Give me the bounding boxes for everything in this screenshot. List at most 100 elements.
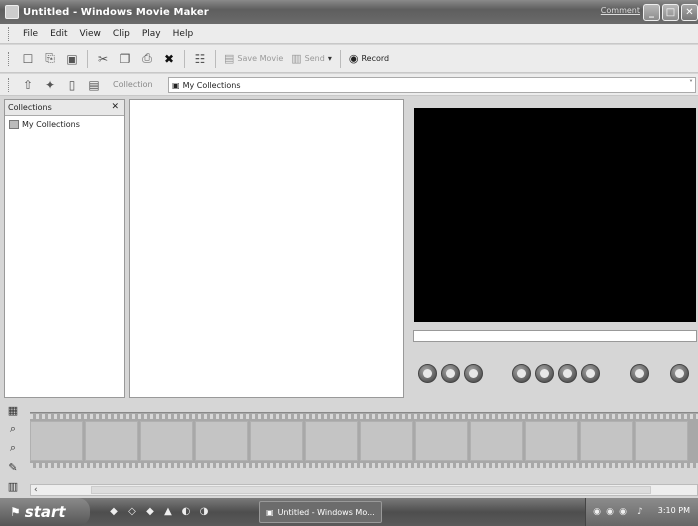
stop-button[interactable] (464, 364, 483, 383)
collection-toolbar: ⇧ ✦ ▯ ▤ Collection ▣ My Collections ˅ (0, 74, 698, 96)
close-icon[interactable]: ✕ (111, 102, 119, 112)
send-icon: ▥ (291, 52, 302, 65)
toolbar-separator (215, 49, 216, 68)
set-audio-levels-icon[interactable]: ▥ (6, 479, 20, 493)
tray-icon[interactable]: ◉ (618, 507, 628, 517)
menu-view[interactable]: View (74, 29, 107, 39)
save-movie-button[interactable]: ▤ Save Movie (224, 52, 283, 65)
title-bar: Untitled - Windows Movie Maker Comment _… (0, 0, 698, 24)
tray-icon[interactable]: ◉ (605, 507, 615, 517)
storyboard-frame[interactable] (85, 421, 138, 461)
window-title: Untitled - Windows Movie Maker (23, 6, 209, 18)
save-project-icon[interactable]: ▣ (63, 50, 81, 68)
menu-grip[interactable] (8, 26, 11, 41)
send-button[interactable]: ▥ Send ▾ (291, 52, 332, 65)
toolbar-separator (339, 49, 341, 68)
play-button[interactable] (418, 364, 437, 383)
quicklaunch-icon[interactable]: ◆ (144, 505, 156, 517)
filmstrip-perforation-bottom (30, 463, 698, 468)
up-one-level-icon[interactable]: ⇧ (19, 76, 37, 94)
toolbar-separator (87, 49, 88, 68)
quicklaunch-icon[interactable]: ◆ (108, 505, 120, 517)
minimize-button[interactable]: _ (643, 4, 660, 21)
views-icon[interactable]: ▤ (85, 76, 103, 94)
clock: 3:10 PM (657, 506, 690, 515)
take-picture-button[interactable] (670, 364, 689, 383)
storyboard-frame[interactable] (250, 421, 303, 461)
save-movie-label: Save Movie (237, 54, 284, 63)
next-frame-button[interactable] (558, 364, 577, 383)
storyboard-tools: ▦ ⌕ ⌕ ✎ ▥ (4, 401, 24, 493)
cut-icon[interactable]: ✂ (94, 50, 112, 68)
quicklaunch-icon[interactable]: ◑ (198, 505, 210, 517)
record-button[interactable]: ◉ Record (349, 52, 389, 65)
storyboard-frame[interactable] (580, 421, 633, 461)
windows-logo-icon: ⚑ (10, 505, 21, 519)
save-movie-icon: ▤ (224, 52, 235, 65)
forward-button[interactable] (581, 364, 600, 383)
quicklaunch-icon[interactable]: ◐ (180, 505, 192, 517)
chevron-down-icon[interactable]: ˅ (689, 79, 693, 88)
zoom-out-icon[interactable]: ⌕ (6, 441, 20, 455)
tree-item-my-collections[interactable]: My Collections (5, 116, 124, 129)
system-tray: ◉ ◉ ◉ ♪ 3:10 PM (585, 498, 698, 526)
storyboard-frame[interactable] (415, 421, 468, 461)
collection-toolbar-grip[interactable] (8, 77, 11, 92)
menu-help[interactable]: Help (167, 29, 200, 39)
previous-frame-button[interactable] (535, 364, 554, 383)
taskbar-item-movie-maker[interactable]: ▣ Untitled - Windows Mo... (259, 501, 382, 523)
record-narration-icon[interactable]: ✎ (6, 460, 20, 474)
collection-folder-icon: ▣ (172, 80, 180, 90)
menu-file[interactable]: File (17, 29, 44, 39)
storyboard-scrollbar[interactable]: ‹ (30, 484, 698, 496)
send-dropdown-icon[interactable]: ▾ (328, 54, 332, 63)
menu-play[interactable]: Play (136, 29, 167, 39)
start-button[interactable]: ⚑ start (0, 498, 90, 526)
storyboard-frame[interactable] (525, 421, 578, 461)
start-label: start (24, 503, 66, 521)
storyboard-frame[interactable] (635, 421, 688, 461)
movie-maker-task-icon: ▣ (266, 507, 274, 517)
new-project-icon[interactable]: ☐ (19, 50, 37, 68)
volume-icon[interactable]: ♪ (635, 507, 645, 517)
menu-edit[interactable]: Edit (44, 29, 73, 39)
menu-clip[interactable]: Clip (107, 29, 136, 39)
preview-monitor (414, 108, 696, 322)
storyboard-filmstrip[interactable] (30, 412, 698, 468)
storyboard-frame[interactable] (30, 421, 83, 461)
split-clip-button[interactable] (630, 364, 649, 383)
new-collection-icon[interactable]: ✦ (41, 76, 59, 94)
close-button[interactable]: ✕ (681, 4, 698, 21)
tray-icon[interactable]: ◉ (592, 507, 602, 517)
properties-icon[interactable]: ☷ (191, 50, 209, 68)
scrollbar-thumb[interactable] (91, 486, 651, 494)
quicklaunch-icon[interactable]: ▲ (162, 505, 174, 517)
storyboard-frame[interactable] (360, 421, 413, 461)
contents-pane[interactable] (129, 99, 404, 398)
collections-toggle-icon[interactable]: ▯ (63, 76, 81, 94)
filmstrip-perforation-top (30, 414, 698, 419)
storyboard-frame[interactable] (140, 421, 193, 461)
storyboard-frame[interactable] (470, 421, 523, 461)
paste-icon[interactable]: ⎙ (138, 50, 156, 68)
scroll-left-icon[interactable]: ‹ (34, 485, 38, 495)
copy-icon[interactable]: ❐ (116, 50, 134, 68)
seek-bar[interactable] (413, 330, 697, 342)
delete-icon[interactable]: ✖ (160, 50, 178, 68)
pause-button[interactable] (441, 364, 460, 383)
record-label: Record (361, 54, 390, 63)
tree-item-label: My Collections (22, 120, 80, 129)
open-project-icon[interactable]: ⎘ (41, 50, 59, 68)
storyboard-frame[interactable] (305, 421, 358, 461)
timeline-toggle-icon[interactable]: ▦ (6, 403, 20, 417)
movie-maker-app-icon[interactable] (5, 5, 19, 19)
comment-link[interactable]: Comment (601, 6, 640, 15)
maximize-button[interactable]: □ (662, 4, 679, 21)
quicklaunch-icon[interactable]: ◇ (126, 505, 138, 517)
collection-dropdown[interactable]: ▣ My Collections ˅ (168, 77, 696, 93)
storyboard-frame[interactable] (195, 421, 248, 461)
toolbar-separator (184, 49, 185, 68)
back-button[interactable] (512, 364, 531, 383)
zoom-in-icon[interactable]: ⌕ (6, 422, 20, 436)
toolbar-grip[interactable] (8, 51, 11, 66)
